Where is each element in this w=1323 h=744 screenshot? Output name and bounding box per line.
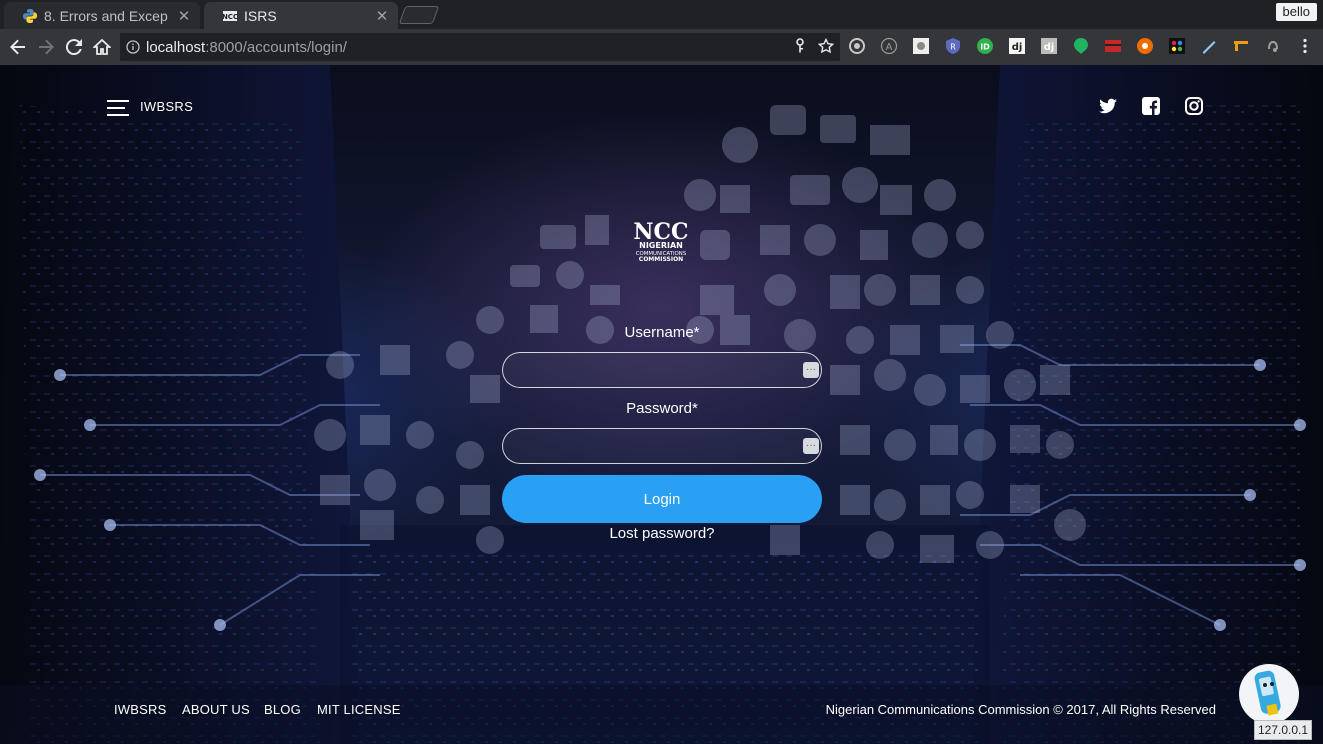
tab-title: ISRS (244, 7, 277, 24)
orange-flower-icon[interactable] (1134, 35, 1156, 57)
leaf-icon[interactable] (1070, 35, 1092, 57)
password-manager-icon[interactable]: ··· (803, 362, 819, 378)
reload-button[interactable] (62, 35, 86, 59)
key-icon[interactable] (792, 38, 808, 54)
pen-icon[interactable] (1198, 35, 1220, 57)
tab-isrs[interactable]: NCC ISRS ✕ (204, 2, 398, 29)
bell-icon[interactable] (1262, 35, 1284, 57)
star-icon[interactable] (818, 38, 834, 54)
logo-line1: NIGERIAN (639, 241, 683, 250)
tab-title: 8. Errors and Excep (44, 7, 168, 24)
svg-text:ID: ID (980, 43, 990, 52)
dj-alt-icon[interactable]: dj (1038, 35, 1060, 57)
url-path: :8000/accounts/login/ (205, 38, 347, 56)
facebook-icon[interactable] (1141, 96, 1161, 116)
svg-text:dj: dj (1012, 42, 1023, 53)
password-field[interactable]: ··· (502, 428, 822, 464)
password-label: Password* (626, 400, 698, 417)
password-manager-icon[interactable]: ··· (803, 438, 819, 454)
password-input[interactable] (503, 429, 821, 463)
color-picker-icon[interactable] (1166, 35, 1188, 57)
dj-icon[interactable]: dj (1006, 35, 1028, 57)
footer-link-mit-license[interactable]: MIT LICENSE (317, 702, 401, 717)
back-button[interactable] (6, 35, 30, 59)
new-tab-button[interactable] (398, 6, 440, 24)
url-host: localhost (146, 38, 206, 56)
menu-dots-icon[interactable] (1294, 35, 1316, 57)
svg-text:dj: dj (1044, 42, 1055, 53)
username-field[interactable]: ··· (502, 352, 822, 388)
reload-icon (65, 39, 82, 56)
arrow-right-icon (39, 39, 54, 55)
url-text: localhost:8000/accounts/login/ (146, 39, 347, 56)
photo-icon[interactable] (910, 35, 932, 57)
python-icon (23, 8, 37, 23)
svg-text:A: A (886, 42, 893, 53)
svg-text:NCC: NCC (222, 13, 238, 21)
key-orange-icon[interactable] (1230, 35, 1252, 57)
mascot-icon[interactable] (1238, 663, 1300, 725)
tab-close-icon[interactable]: ✕ (374, 7, 390, 25)
extensions-bar: A R ID dj dj (846, 35, 1316, 57)
browser-toolbar: localhost:8000/accounts/login/ A R ID dj… (0, 29, 1323, 65)
forward-button[interactable] (34, 35, 58, 59)
a-circle-icon[interactable]: A (878, 35, 900, 57)
footer-link-iwbsrs[interactable]: IWBSRS (114, 702, 166, 717)
username-label: Username* (624, 324, 700, 341)
site-navbar: IWBSRS (0, 65, 1323, 145)
footer-link-blog[interactable]: BLOG (264, 702, 301, 717)
login-page: IWBSRS NCC NIGERIAN COMMUNICATIONS COMMI… (0, 65, 1323, 744)
tab-python-docs[interactable]: 8. Errors and Excep ✕ (4, 2, 200, 29)
instagram-icon[interactable] (1184, 96, 1204, 116)
twitter-icon[interactable] (1098, 96, 1118, 116)
logo-line3: COMMISSION (639, 256, 683, 263)
r-shield-icon[interactable]: R (942, 35, 964, 57)
menu-hamburger-icon[interactable] (107, 98, 129, 116)
tab-close-icon[interactable]: ✕ (176, 7, 192, 25)
id-icon[interactable]: ID (974, 35, 996, 57)
login-button[interactable]: Login (502, 475, 822, 523)
address-bar[interactable]: localhost:8000/accounts/login/ (120, 33, 840, 61)
ncc-favicon-icon: NCC (222, 10, 238, 21)
info-icon (126, 40, 140, 54)
profile-button[interactable]: bello (1275, 3, 1317, 21)
ip-badge: 127.0.0.1 (1254, 720, 1312, 740)
home-button[interactable] (90, 35, 114, 59)
target-icon[interactable] (846, 35, 868, 57)
footer-link-about-us[interactable]: ABOUT US (182, 702, 250, 717)
ncc-logo: NCC NIGERIAN COMMUNICATIONS COMMISSION (633, 219, 688, 263)
arrow-left-icon (10, 39, 25, 55)
username-input[interactable] (503, 353, 821, 387)
lost-password-link[interactable]: Lost password? (502, 525, 822, 542)
home-icon (93, 38, 111, 55)
browser-tab-strip: 8. Errors and Excep ✕ NCC ISRS ✕ bello (0, 0, 1323, 29)
copyright-text: Nigerian Communications Commission © 201… (825, 702, 1216, 717)
site-brand[interactable]: IWBSRS (140, 99, 193, 114)
svg-text:R: R (950, 43, 956, 52)
red-box-icon[interactable] (1102, 35, 1124, 57)
